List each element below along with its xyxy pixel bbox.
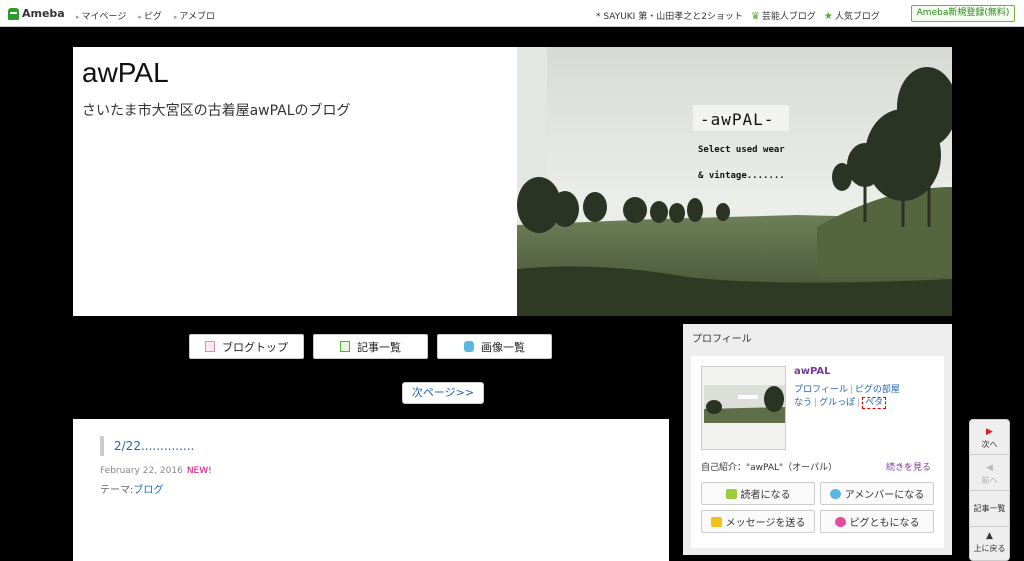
arrow-up-icon: ▲: [986, 531, 993, 541]
ameba-logo-text: Ameba: [22, 7, 65, 20]
speech-bubble-icon: [829, 488, 841, 499]
nav-pigg[interactable]: ▸ ピグ: [138, 9, 162, 22]
global-header: Ameba ▸ マイページ ▸ ピグ ▸ アメブロ * SAYUKI 第・山田孝之と2…: [0, 0, 1024, 27]
back-to-top-button[interactable]: ▲ 上に戻る: [970, 526, 1009, 561]
star-icon: ★: [823, 11, 833, 22]
profile-heading: プロフィール: [692, 334, 752, 345]
camera-icon: [464, 341, 474, 352]
page-icon: [205, 341, 215, 352]
blog-top-button[interactable]: ブログトップ: [189, 334, 304, 359]
peta-link[interactable]: ペタ: [862, 397, 887, 409]
nav-ameblo[interactable]: ▸ アメブロ: [174, 9, 215, 22]
nav-pigg-label: ピグ: [143, 12, 162, 22]
nav-mypage-label: マイページ: [81, 12, 127, 22]
arrow-left-icon: ◀: [986, 463, 993, 473]
blog-title[interactable]: awPAL: [82, 57, 169, 89]
article-date: February 22, 2016 NEW!: [100, 466, 212, 476]
arrow-right-icon: ▸: [76, 13, 80, 21]
article-entry: 2/22.............. February 22, 2016 NEW!…: [73, 419, 669, 561]
read-more-link[interactable]: 続きを見る: [886, 460, 931, 473]
pigg-room-link[interactable]: ピグの部屋: [855, 385, 900, 395]
image-caption-line2: & vintage.......: [698, 171, 785, 181]
nav-ameblo-label: アメブロ: [179, 12, 215, 22]
separator: |: [857, 398, 861, 408]
image-caption-title: -awPAL-: [700, 110, 775, 129]
profile-links: プロフィール | ピグの部屋 なう | グルっぽ | ペタ: [794, 384, 934, 410]
profile-photo[interactable]: [701, 366, 786, 450]
blog-header: awPAL さいたま市大宮区の古着屋awPALのブログ -awPAL- Sele…: [73, 47, 952, 316]
theme-label: テーマ:: [100, 485, 134, 496]
book-icon: [725, 488, 737, 499]
header-image: -awPAL- Select used wear & vintage......…: [517, 47, 952, 316]
celebrity-blog-link[interactable]: ♛ 芸能人ブログ: [751, 9, 816, 22]
pigg-icon: [834, 516, 846, 527]
article-list-button[interactable]: 記事一覧: [313, 334, 428, 359]
article-list-side-label: 記事一覧: [973, 504, 1006, 513]
separator: |: [814, 398, 818, 408]
article-date-text: February 22, 2016: [100, 466, 183, 476]
separator: |: [849, 385, 853, 395]
back-to-top-label: 上に戻る: [973, 544, 1006, 553]
landscape-image: [517, 47, 952, 316]
image-list-label: 画像一覧: [481, 340, 525, 354]
floating-nav-panel: ▶ 次へ ◀ 前へ 記事一覧 ▲ 上に戻る: [969, 419, 1010, 561]
celebrity-blog-label: 芸能人ブログ: [761, 12, 816, 22]
now-link[interactable]: なう: [794, 398, 812, 408]
arrow-right-icon: ▸: [173, 13, 178, 21]
become-reader-label: 読者になる: [740, 490, 791, 501]
send-message-label: メッセージを送る: [725, 518, 806, 529]
pigg-friend-label: ピグともになる: [849, 518, 920, 529]
top-links: * SAYUKI 第・山田孝之と2ショット ♛ 芸能人ブログ ★ 人気ブログ: [596, 9, 880, 22]
profile-thumbnail-image: [702, 367, 785, 449]
article-list-side-button[interactable]: 記事一覧: [970, 492, 1009, 527]
global-nav: ▸ マイページ ▸ ピグ ▸ アメブロ: [76, 9, 215, 22]
profile-name[interactable]: awPAL: [794, 366, 831, 377]
groupo-link[interactable]: グルっぽ: [819, 398, 855, 408]
article-theme: テーマ:ブログ: [100, 481, 163, 496]
next-page-button[interactable]: 次ページ>>: [402, 382, 484, 404]
new-badge: NEW!: [186, 466, 212, 476]
envelope-icon: [710, 516, 722, 527]
popular-blog-label: 人気ブログ: [834, 12, 880, 22]
popular-blog-link[interactable]: ★ 人気ブログ: [824, 9, 880, 22]
become-reader-button[interactable]: 読者になる: [701, 482, 815, 505]
image-list-button[interactable]: 画像一覧: [437, 334, 552, 359]
prev-article-label: 前へ: [981, 476, 998, 485]
self-introduction: 自己紹介："awPAL"（オーパル）: [701, 463, 838, 473]
nav-mypage[interactable]: ▸ マイページ: [76, 9, 126, 22]
arrow-right-icon: ▸: [138, 13, 142, 21]
article-title[interactable]: 2/22..............: [100, 436, 194, 456]
become-amember-button[interactable]: アメンバーになる: [820, 482, 934, 505]
blog-top-label: ブログトップ: [222, 340, 288, 354]
crown-icon: ♛: [750, 11, 760, 22]
become-amember-label: アメンバーになる: [844, 490, 925, 501]
pigg-friend-button[interactable]: ピグともになる: [820, 510, 934, 533]
ameba-logo[interactable]: Ameba: [8, 7, 65, 20]
image-caption-line1: Select used wear: [698, 145, 785, 155]
next-article-button[interactable]: ▶ 次へ: [970, 420, 1009, 455]
next-article-label: 次へ: [981, 440, 998, 449]
page: Ameba ▸ マイページ ▸ ピグ ▸ アメブロ * SAYUKI 第・山田孝之と2…: [0, 0, 1024, 561]
article-list-label: 記事一覧: [357, 340, 401, 354]
document-icon: [340, 341, 350, 352]
profile-body: awPAL プロフィール | ピグの部屋 なう | グルっぽ | ペタ 自己紹介："awPA…: [691, 356, 944, 548]
profile-sidebar: プロフィール awPAL プロフィール | ピグの部屋 なう | グルっぽ | ペタ 自己紹…: [683, 324, 952, 555]
prev-article-button[interactable]: ◀ 前へ: [970, 456, 1009, 491]
ameba-logo-icon: [8, 7, 19, 20]
signup-button[interactable]: Ameba新規登録(無料): [911, 5, 1015, 22]
send-message-button[interactable]: メッセージを送る: [701, 510, 815, 533]
news-ticker[interactable]: * SAYUKI 第・山田孝之と2ショット: [596, 9, 743, 22]
arrow-right-icon: ▶: [986, 427, 993, 437]
profile-link[interactable]: プロフィール: [794, 385, 848, 395]
blog-description: さいたま市大宮区の古着屋awPALのブログ: [82, 103, 351, 119]
theme-link[interactable]: ブログ: [133, 485, 163, 496]
